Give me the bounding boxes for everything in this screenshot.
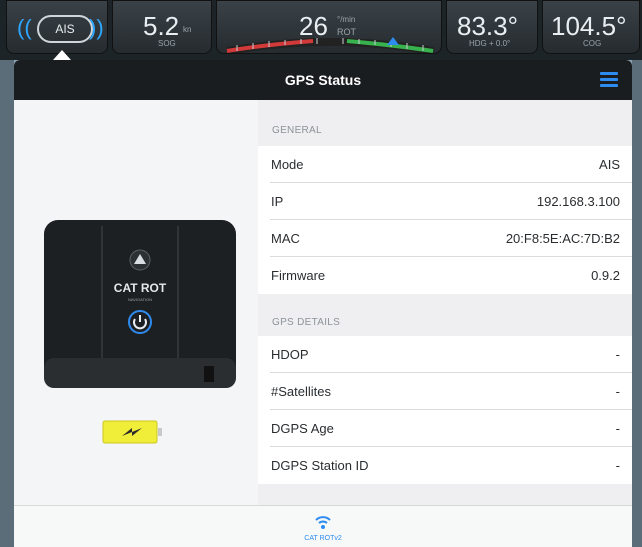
- wifi-icon: [315, 516, 331, 529]
- rot-unit: °/min: [337, 15, 356, 24]
- cog-label: COG: [583, 39, 602, 48]
- gps-row-satellites: #Satellites -: [258, 373, 632, 410]
- instrument-bar: (( AIS )) 5.2 kn SOG 26 °/min ROT 83.3° …: [0, 0, 642, 60]
- bottom-tabbar: CAT ROTv2: [14, 505, 632, 547]
- map-edge-right: [632, 60, 642, 547]
- gps-row-hdop: HDOP -: [258, 336, 632, 373]
- row-value: AIS: [599, 157, 620, 172]
- hdg-instrument[interactable]: 83.3° HDG + 0.0°: [446, 0, 538, 54]
- hamburger-menu-icon[interactable]: [600, 72, 618, 88]
- row-value: 0.9.2: [591, 268, 620, 283]
- row-value: -: [615, 384, 620, 399]
- battery-charging-icon: [102, 420, 162, 444]
- row-value: -: [615, 458, 620, 473]
- row-label: IP: [271, 194, 284, 209]
- panel-header: GPS Status: [14, 60, 632, 100]
- row-value: 20:F8:5E:AC:7D:B2: [505, 231, 620, 246]
- popover-arrow: [53, 50, 71, 60]
- ais-wave-left-icon: ((: [17, 15, 32, 40]
- general-row-firmware: Firmware 0.9.2: [258, 257, 632, 294]
- gps-row-dgps-station-id: DGPS Station ID -: [258, 447, 632, 484]
- row-label: DGPS Station ID: [271, 458, 369, 473]
- row-label: #Satellites: [271, 384, 331, 399]
- row-label: Mode: [271, 157, 304, 172]
- hdg-label: HDG + 0.0°: [469, 39, 511, 48]
- sog-unit: kn: [183, 25, 192, 34]
- row-label: MAC: [271, 231, 300, 246]
- rot-scale: [226, 37, 434, 53]
- cog-instrument[interactable]: 104.5° COG: [542, 0, 640, 54]
- gps-info-pane: GENERAL Mode AIS IP 192.168.3.100 MAC 20…: [258, 100, 632, 505]
- row-label: DGPS Age: [271, 421, 334, 436]
- rot-instrument[interactable]: 26 °/min ROT: [216, 0, 442, 54]
- device-brand-text: CAT ROT: [114, 281, 167, 295]
- gps-row-dgps-age: DGPS Age -: [258, 410, 632, 447]
- map-edge-left: [0, 60, 14, 547]
- gps-device-image: CAT ROT NAVIGATION: [44, 220, 236, 388]
- gps-status-panel: GPS Status CAT ROT NAVIGATION GENERAL Mo…: [14, 60, 632, 547]
- row-label: Firmware: [271, 268, 326, 283]
- general-row-ip: IP 192.168.3.100: [258, 183, 632, 220]
- ais-button[interactable]: AIS: [37, 15, 93, 43]
- row-value: 192.168.3.100: [536, 194, 620, 209]
- tab-label: CAT ROTv2: [304, 535, 342, 542]
- cog-value: 104.5°: [551, 11, 627, 41]
- device-sub-text: NAVIGATION: [128, 297, 152, 302]
- general-row-mac: MAC 20:F8:5E:AC:7D:B2: [258, 220, 632, 257]
- page-title: GPS Status: [284, 72, 362, 88]
- general-section-header: GENERAL: [272, 125, 322, 136]
- general-row-mode: Mode AIS: [258, 146, 632, 183]
- device-pane: CAT ROT NAVIGATION: [14, 100, 258, 505]
- ais-label: AIS: [55, 22, 75, 36]
- hdg-value: 83.3°: [457, 11, 519, 41]
- row-value: -: [615, 421, 620, 436]
- ais-wave-right-icon: )): [89, 15, 104, 40]
- ais-instrument[interactable]: (( AIS )): [6, 0, 108, 54]
- row-label: HDOP: [271, 347, 309, 362]
- sog-instrument[interactable]: 5.2 kn SOG: [112, 0, 212, 54]
- gps-details-section-header: GPS DETAILS: [272, 317, 341, 328]
- row-value: -: [615, 347, 620, 362]
- sog-label: SOG: [158, 39, 176, 48]
- sog-value: 5.2: [143, 11, 180, 41]
